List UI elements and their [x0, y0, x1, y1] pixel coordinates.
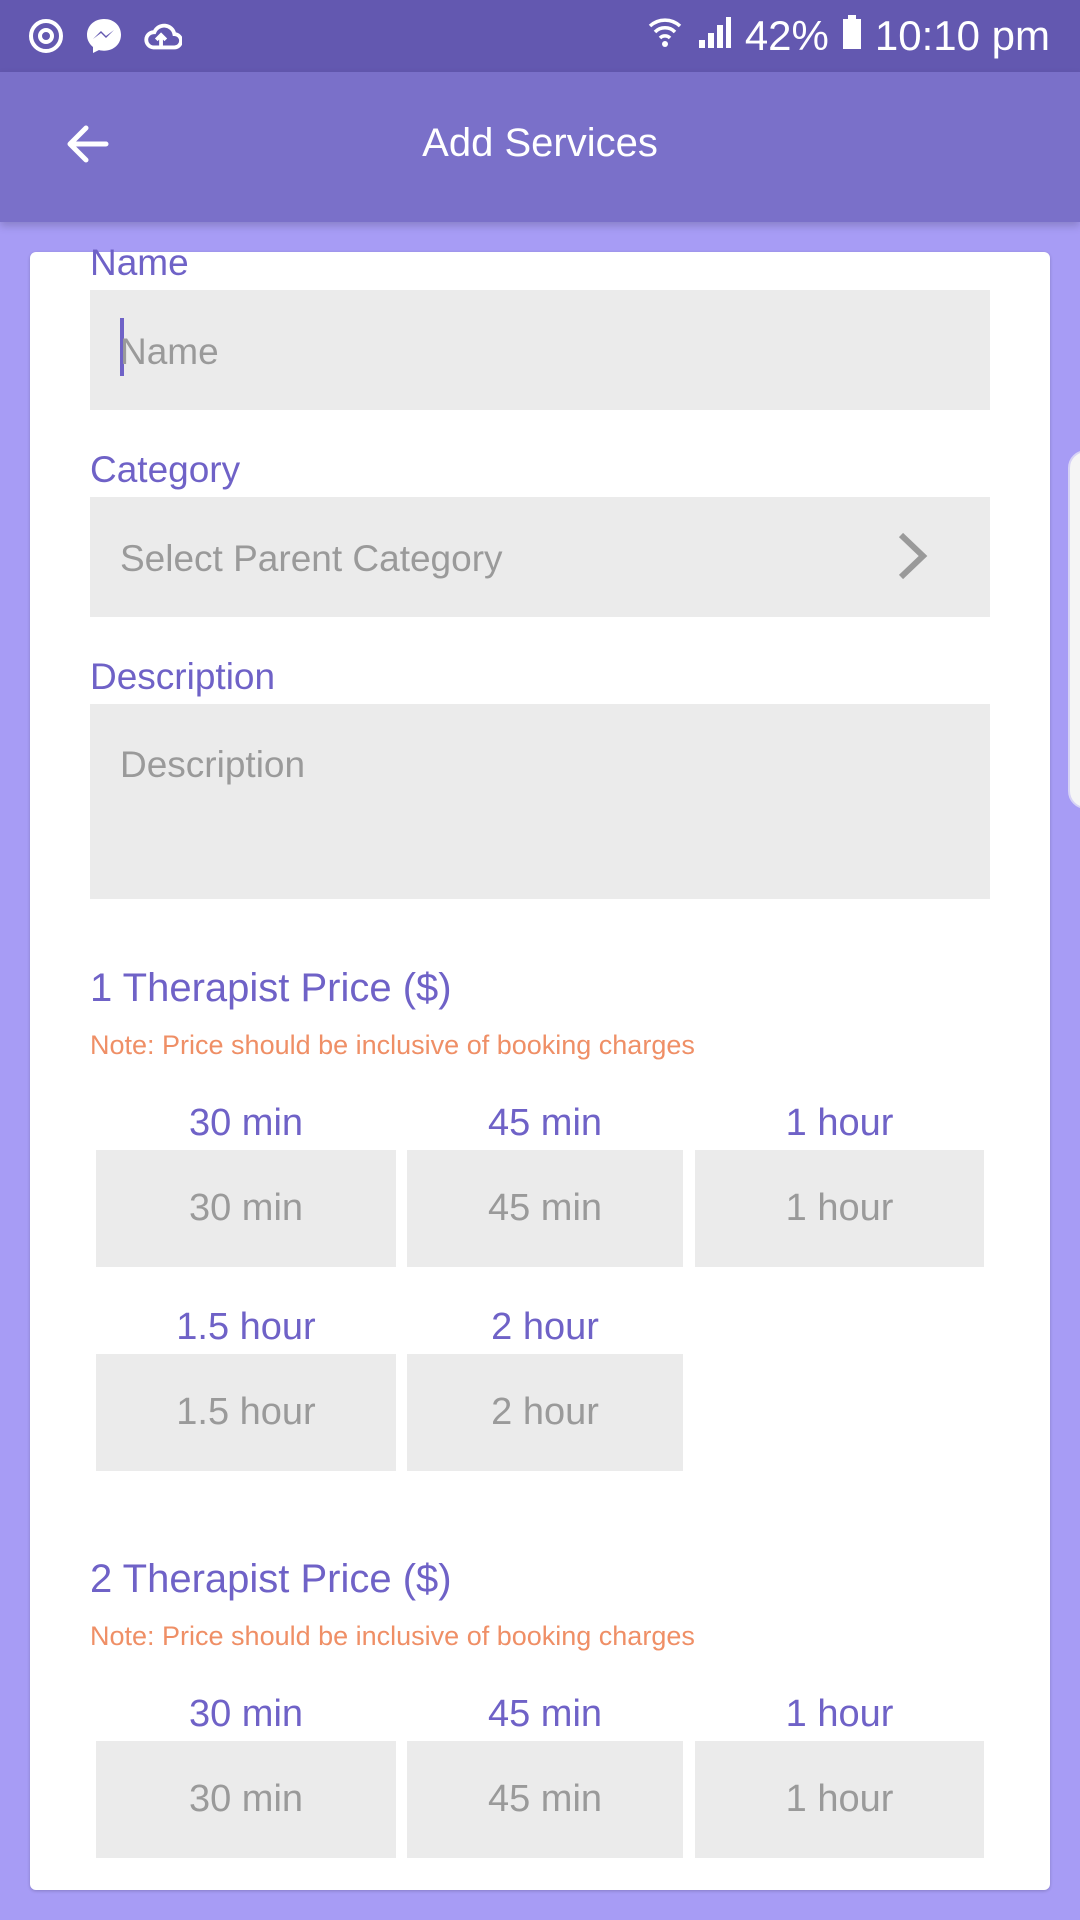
category-label: Category [90, 449, 241, 490]
name-input[interactable] [90, 290, 990, 410]
system-indicators: 42% 10:10 pm [647, 8, 1050, 64]
t1-2hour-input[interactable]: 2 hour [407, 1354, 683, 1471]
scroll-handle[interactable] [1068, 450, 1080, 809]
t1-45min-label: 45 min [487, 1102, 603, 1144]
name-placeholder: Name [120, 331, 219, 372]
name-label: Name [90, 242, 189, 283]
status-bar: 42% 10:10 pm [0, 0, 1080, 72]
t1-2hour-label: 2 hour [491, 1306, 599, 1348]
t1-30min-input[interactable]: 30 min [96, 1150, 396, 1267]
t1-1-5hour-label: 1.5 hour [176, 1306, 316, 1348]
description-input[interactable] [90, 704, 990, 899]
t1-30min-label: 30 min [188, 1102, 304, 1144]
page-title: Add Services [422, 121, 658, 165]
therapist-1-price-title: 1 Therapist Price ($) [90, 966, 452, 1010]
t1-1hour-input[interactable]: 1 hour [695, 1150, 984, 1267]
battery-percent: 42% [744, 12, 829, 59]
t2-1hour-input[interactable]: 1 hour [695, 1741, 984, 1858]
alarm-icon [26, 16, 66, 56]
description-placeholder: Description [120, 744, 306, 785]
battery-icon [841, 12, 863, 60]
therapist-2-price-note: Note: Price should be inclusive of booki… [90, 1621, 695, 1651]
therapist-1-price-note: Note: Price should be inclusive of booki… [90, 1030, 695, 1060]
t2-1hour-label: 1 hour [785, 1693, 894, 1735]
category-placeholder: Select Parent Category [120, 538, 503, 579]
t1-45min-input[interactable]: 45 min [407, 1150, 683, 1267]
t1-1-5hour-input[interactable]: 1.5 hour [96, 1354, 396, 1471]
t2-30min-input[interactable]: 30 min [96, 1741, 396, 1858]
clock: 10:10 pm [874, 12, 1050, 59]
therapist-2-price-title: 2 Therapist Price ($) [90, 1557, 452, 1601]
t2-45min-label: 45 min [487, 1693, 603, 1735]
t1-1hour-label: 1 hour [785, 1102, 894, 1144]
t2-30min-label: 30 min [188, 1693, 304, 1735]
cloud-upload-icon [142, 16, 182, 56]
wifi-icon [647, 12, 683, 60]
description-label: Description [90, 656, 276, 697]
notification-icons [26, 16, 182, 56]
signal-icon [695, 12, 733, 60]
messenger-icon [84, 16, 124, 56]
chevron-right-icon [898, 532, 928, 580]
t2-45min-input[interactable]: 45 min [407, 1741, 683, 1858]
app-bar: Add Services [0, 72, 1080, 222]
